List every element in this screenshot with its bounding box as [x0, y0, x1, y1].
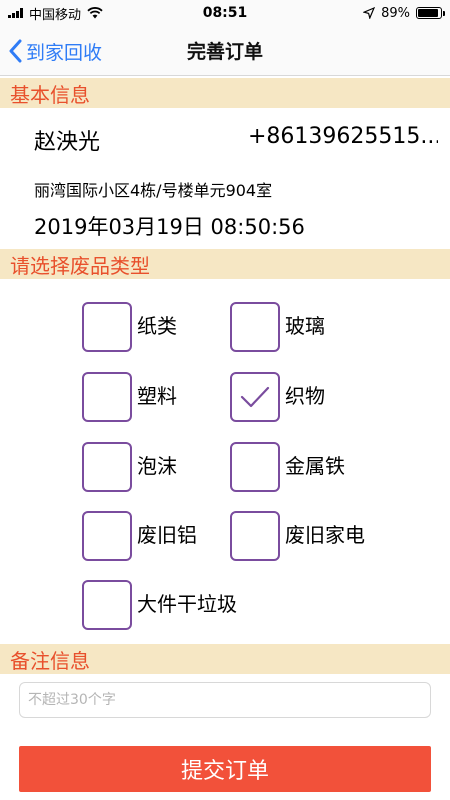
- remark-input[interactable]: [19, 682, 431, 718]
- waste-type-checkbox[interactable]: [230, 372, 280, 422]
- waste-type-checkbox[interactable]: [230, 302, 280, 352]
- waste-type-label: 玻璃: [285, 314, 325, 338]
- section-basic-info: 基本信息: [0, 78, 450, 108]
- signal-icon: [8, 8, 23, 18]
- checkmark-icon: [240, 386, 270, 408]
- waste-type-checkbox[interactable]: [82, 372, 132, 422]
- waste-type-checkbox[interactable]: [82, 511, 132, 561]
- waste-type-label: 大件干垃圾: [137, 592, 237, 616]
- status-bar: 中国移动 08:51 89%: [0, 0, 450, 26]
- waste-type-label: 废旧铝: [137, 523, 197, 547]
- customer-phone: +86139625515...: [248, 124, 438, 149]
- waste-type-checkbox[interactable]: [82, 580, 132, 630]
- waste-type-checkbox[interactable]: [82, 442, 132, 492]
- back-label: 到家回收: [26, 41, 103, 64]
- status-left: 中国移动: [8, 4, 103, 23]
- waste-type-checkbox[interactable]: [230, 511, 280, 561]
- status-right: 89%: [363, 5, 445, 21]
- nav-bar: 到家回收 完善订单: [0, 26, 450, 76]
- waste-type-label: 织物: [285, 384, 325, 408]
- waste-type-checkbox[interactable]: [230, 442, 280, 492]
- waste-type-label: 塑料: [137, 384, 177, 408]
- chevron-left-icon: [9, 39, 22, 63]
- carrier-label: 中国移动: [29, 7, 82, 23]
- back-button[interactable]: 到家回收: [8, 26, 102, 76]
- waste-type-checkbox[interactable]: [82, 302, 132, 352]
- submit-order-button[interactable]: 提交订单: [19, 746, 431, 792]
- waste-type-label: 废旧家电: [285, 523, 365, 547]
- waste-type-label: 金属铁: [285, 454, 345, 478]
- waste-type-label: 纸类: [137, 314, 177, 338]
- customer-name: 赵泱光: [34, 130, 101, 155]
- order-datetime: 2019年03月19日 08:50:56: [34, 215, 305, 239]
- battery-icon: [416, 7, 445, 19]
- battery-level: [418, 9, 438, 17]
- page-title: 完善订单: [186, 41, 263, 63]
- section-waste-types: 请选择废品类型: [0, 249, 450, 279]
- battery-percent: 89%: [381, 5, 410, 21]
- wifi-icon: [87, 7, 103, 19]
- section-remark: 备注信息: [0, 644, 450, 674]
- waste-type-label: 泡沫: [137, 454, 177, 478]
- location-arrow-icon: [363, 7, 376, 19]
- customer-address: 丽湾国际小区4栋/号楼单元904室: [34, 181, 273, 200]
